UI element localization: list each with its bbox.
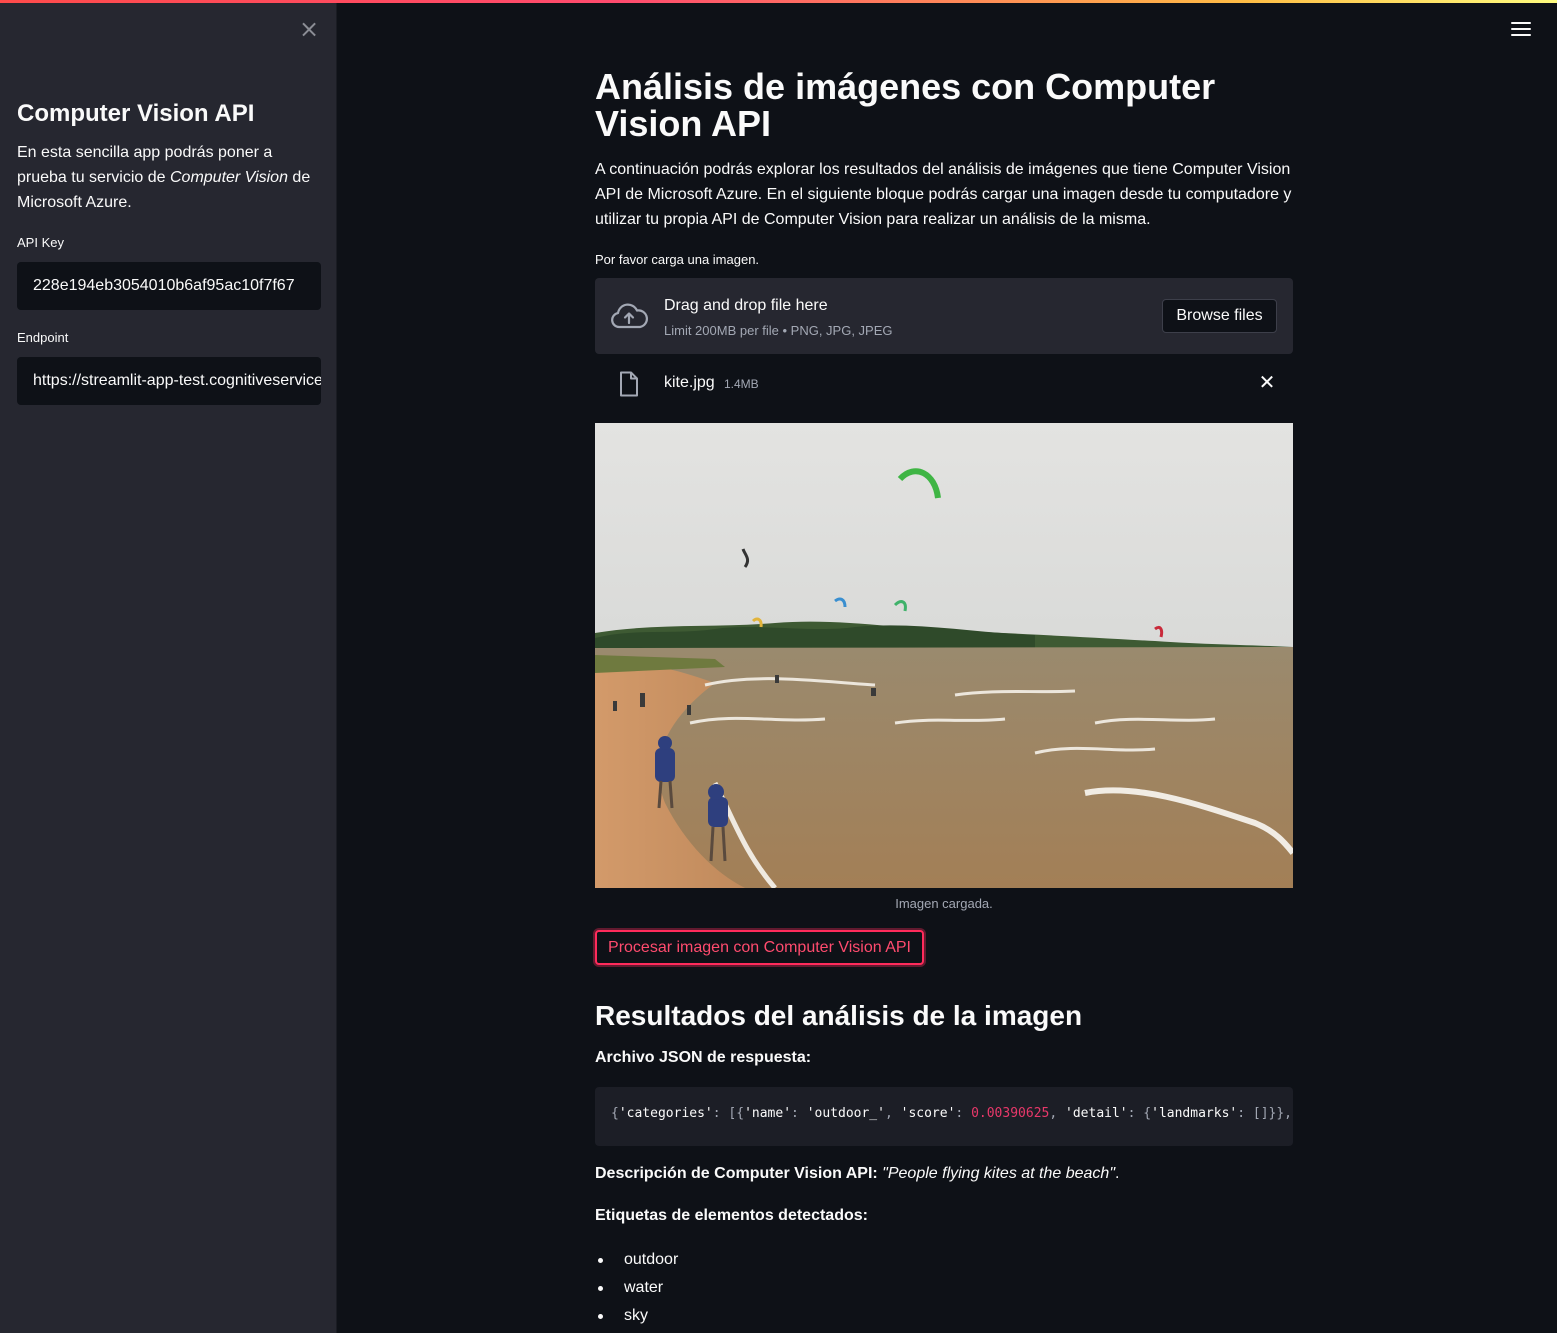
uploaded-image bbox=[595, 423, 1293, 888]
uploaded-file: kite.jpg 1.4MB ✕ bbox=[595, 365, 1293, 405]
tags-label: Etiquetas de elementos detectados: bbox=[595, 1207, 868, 1224]
list-item: outdoor bbox=[595, 1246, 678, 1274]
top-decoration-bar bbox=[0, 0, 1557, 3]
tags-list: outdoor water sky bbox=[595, 1246, 678, 1330]
dropzone-limit: Limit 200MB per file • PNG, JPG, JPEG bbox=[664, 323, 893, 338]
image-caption: Imagen cargada. bbox=[895, 896, 993, 911]
sidebar: × Computer Vision API En esta sencilla a… bbox=[0, 0, 337, 1333]
intro-text: A continuación podrás explorar los resul… bbox=[595, 161, 1292, 228]
endpoint-input[interactable]: https://streamlit-app-test.cognitiveserv… bbox=[17, 357, 321, 405]
file-icon bbox=[620, 371, 638, 397]
description-line: Descripción de Computer Vision API: "Peo… bbox=[595, 1165, 1120, 1182]
beach-kites-photo bbox=[595, 423, 1293, 888]
json-label: Archivo JSON de respuesta: bbox=[595, 1049, 812, 1066]
results-title: Resultados del análisis de la imagen bbox=[595, 1000, 1083, 1031]
json-code-block[interactable]: {'categories': [{'name': 'outdoor_', 'sc… bbox=[595, 1087, 1293, 1146]
file-dropzone[interactable]: Drag and drop file here Limit 200MB per … bbox=[595, 278, 1293, 354]
endpoint-label: Endpoint bbox=[17, 330, 69, 345]
browse-files-button[interactable]: Browse files bbox=[1162, 299, 1277, 333]
list-item: sky bbox=[595, 1302, 678, 1330]
hamburger-icon[interactable] bbox=[1511, 22, 1531, 40]
remove-file-icon[interactable]: ✕ bbox=[1258, 372, 1276, 392]
api-key-label: API Key bbox=[17, 235, 64, 250]
cloud-upload-icon bbox=[611, 303, 648, 329]
sidebar-title: Computer Vision API bbox=[17, 100, 255, 127]
process-image-button[interactable]: Procesar imagen con Computer Vision API bbox=[595, 930, 924, 965]
api-key-input[interactable]: 228e194eb3054010b6af95ac10f7f67 bbox=[17, 262, 321, 310]
page-title: Análisis de imágenes con Computer Vision… bbox=[595, 66, 1216, 144]
upload-label: Por favor carga una imagen. bbox=[595, 252, 760, 267]
sidebar-description: En esta sencilla app podrás poner a prue… bbox=[17, 144, 311, 211]
file-name: kite.jpg bbox=[664, 374, 715, 391]
file-size: 1.4MB bbox=[724, 377, 759, 391]
close-icon[interactable]: × bbox=[298, 17, 320, 41]
list-item: water bbox=[595, 1274, 678, 1302]
dropzone-title: Drag and drop file here bbox=[664, 297, 828, 314]
